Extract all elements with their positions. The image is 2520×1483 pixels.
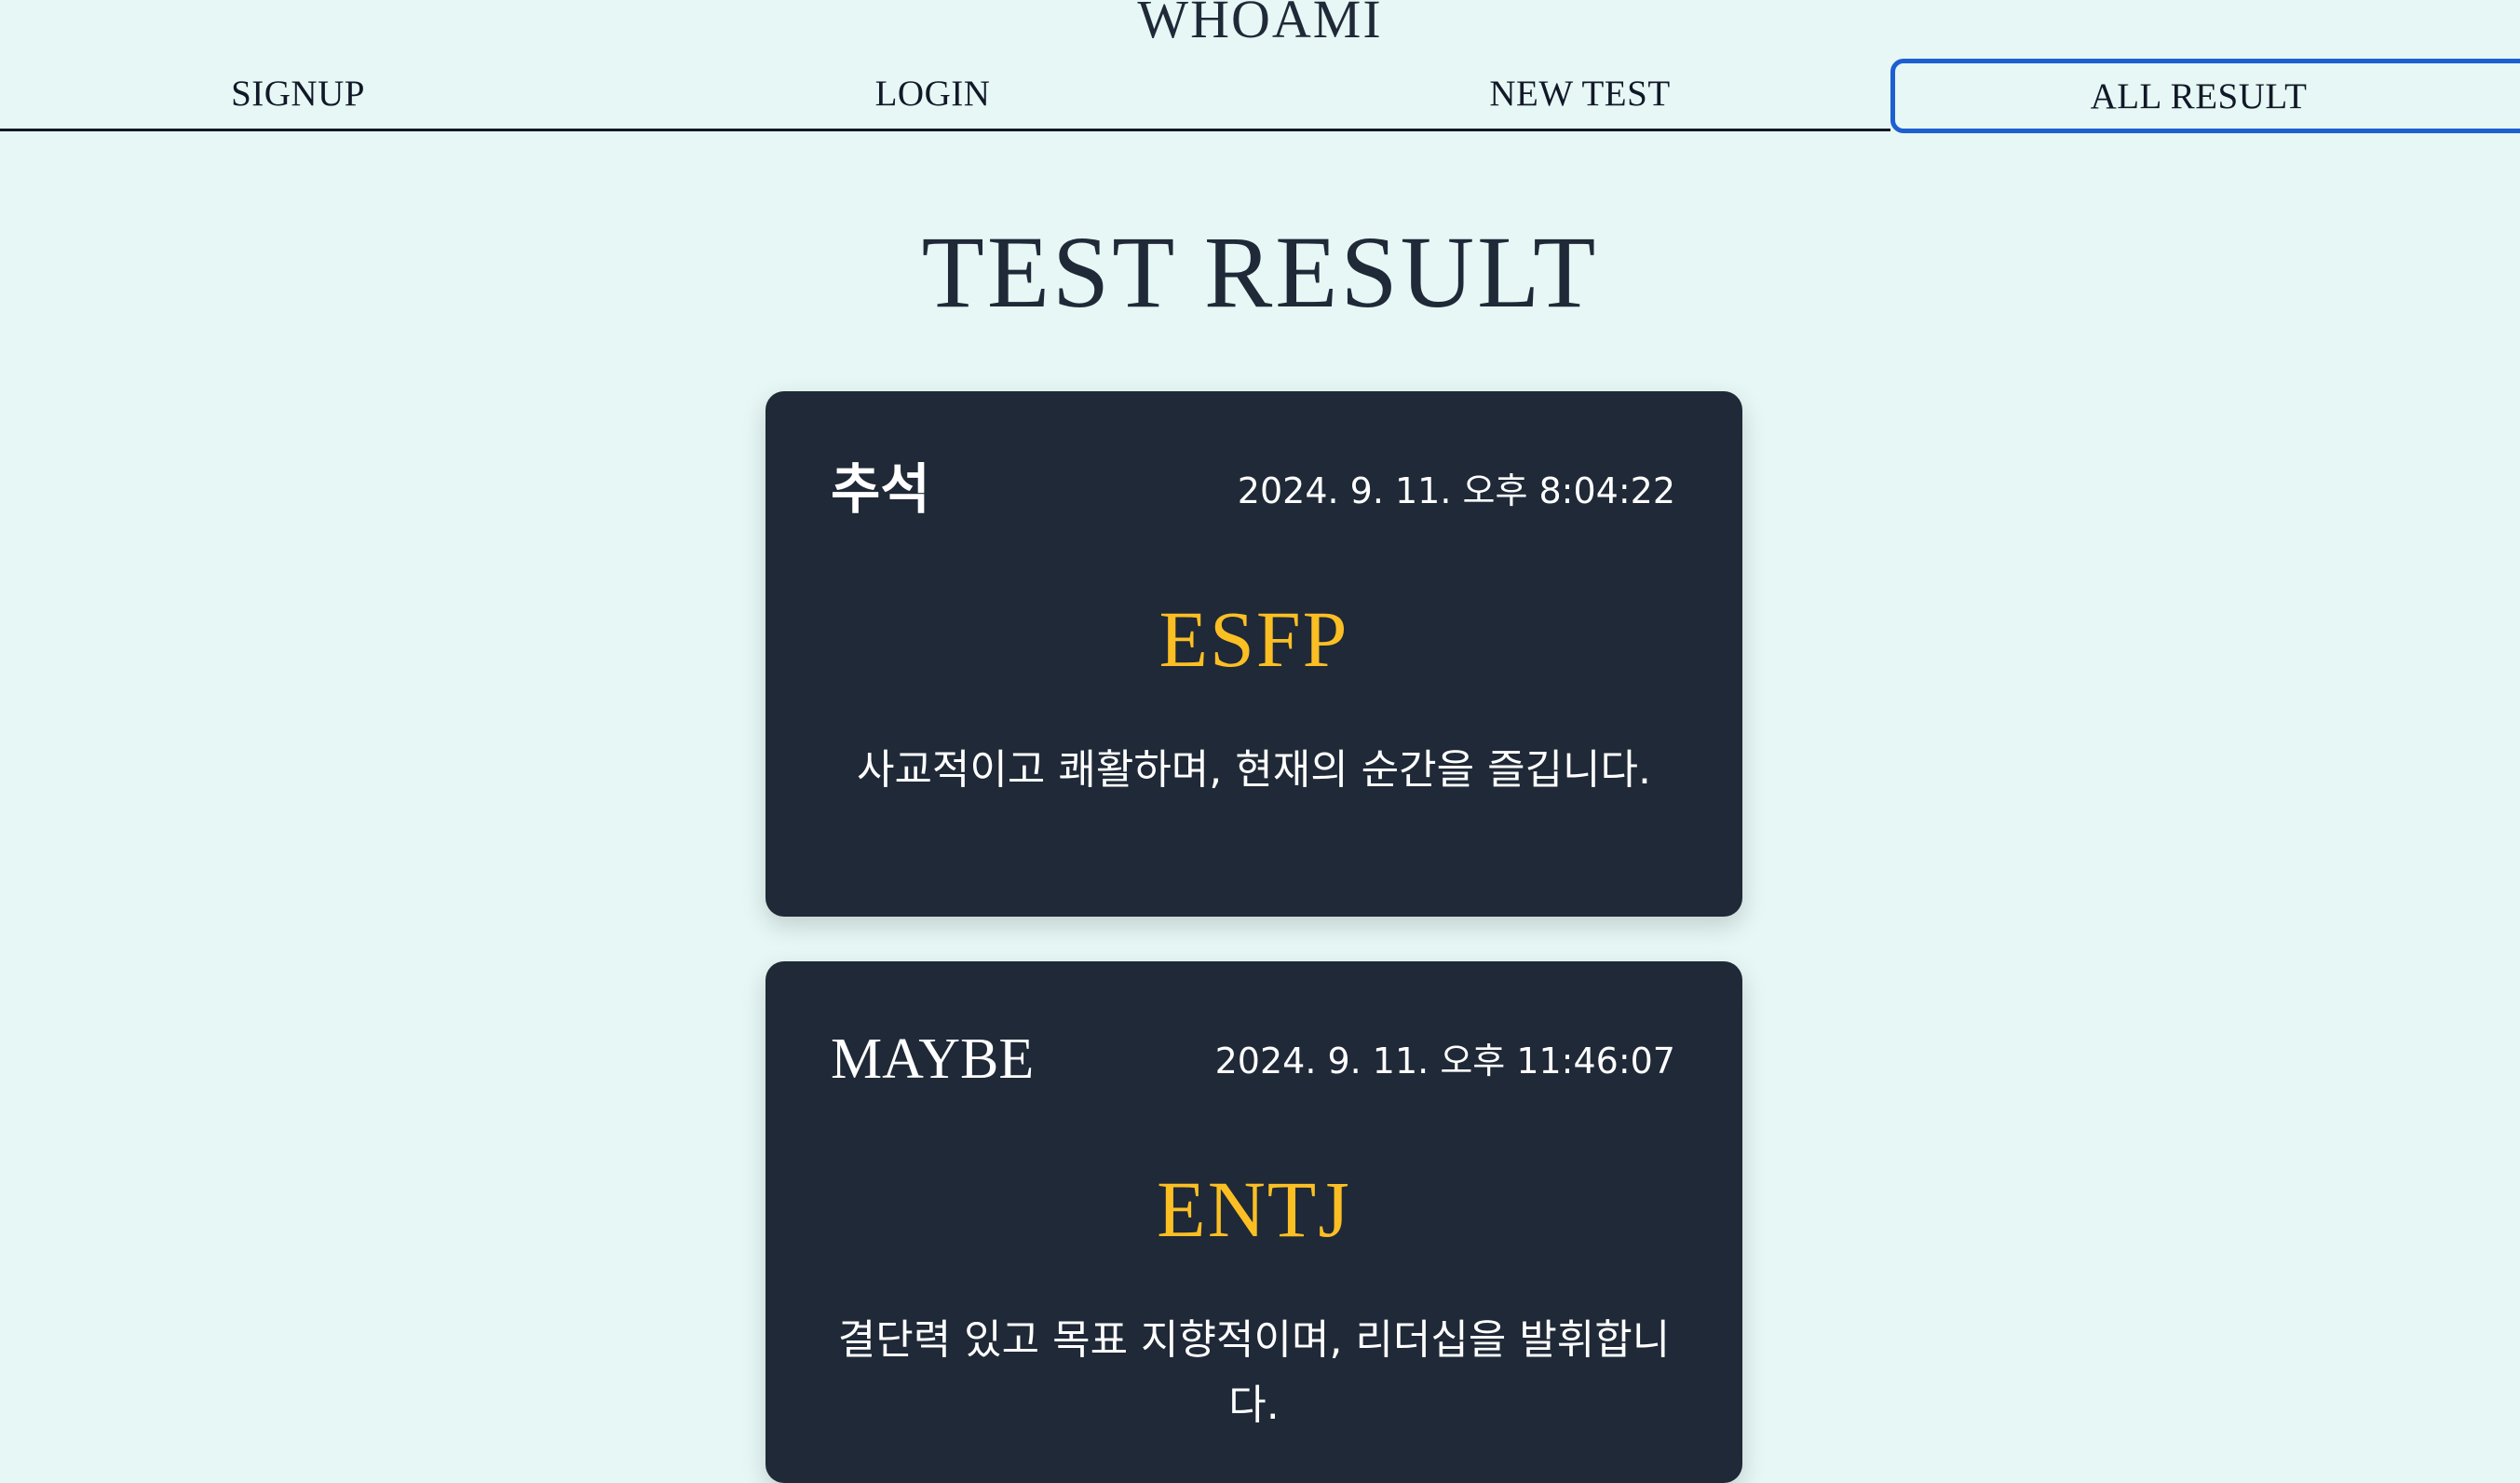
result-card: 추석 2024. 9. 11. 오후 8:04:22 ESFP 사교적이고 쾌활…: [765, 391, 1742, 917]
result-name: 추석: [831, 457, 930, 521]
nav-login[interactable]: LOGIN: [596, 59, 1269, 131]
main-nav: SIGNUP LOGIN NEW TEST ALL RESULT: [0, 59, 2520, 133]
nav-signup[interactable]: SIGNUP: [0, 59, 596, 131]
nav-all-result[interactable]: ALL RESULT: [1890, 59, 2520, 133]
result-card: MAYBE 2024. 9. 11. 오후 11:46:07 ENTJ 결단력 …: [765, 961, 1742, 1483]
result-date: 2024. 9. 11. 오후 8:04:22: [1237, 470, 1675, 511]
page-title: TEST RESULT: [921, 215, 1599, 329]
result-date: 2024. 9. 11. 오후 11:46:07: [1214, 1041, 1675, 1082]
brand-logo: WHOAMI: [1137, 0, 1383, 49]
result-description: 결단력 있고 목표 지향적이며, 리더십을 발휘합니다.: [837, 1316, 1671, 1429]
result-type: ENTJ: [1157, 1164, 1351, 1254]
result-description: 사교적이고 쾌활하며, 현재의 순간을 즐깁니다.: [856, 746, 1652, 794]
nav-new-test[interactable]: NEW TEST: [1269, 59, 1890, 131]
result-type: ESFP: [1158, 594, 1349, 684]
result-name: MAYBE: [831, 1027, 1035, 1091]
